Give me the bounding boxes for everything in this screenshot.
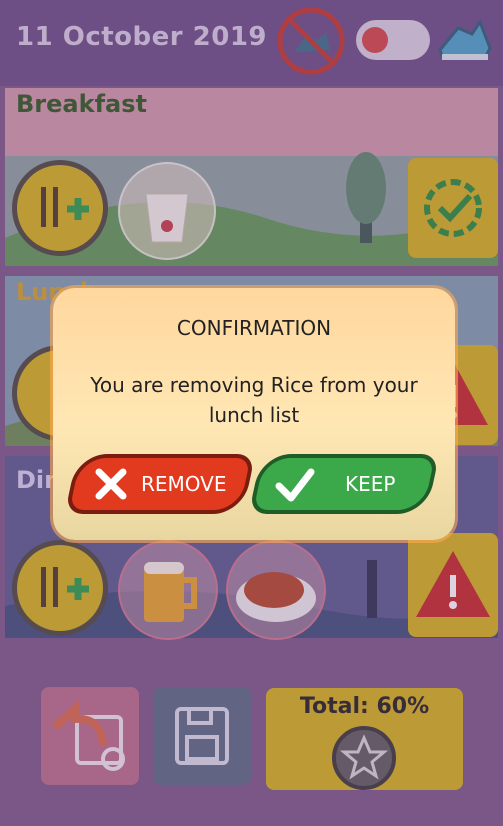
- checkmark-icon: [275, 468, 315, 502]
- remove-button[interactable]: REMOVE: [69, 458, 251, 510]
- keep-label: KEEP: [345, 472, 396, 496]
- dialog-title: CONFIRMATION: [176, 316, 332, 340]
- dialog-message: You are removing Rice from your lunch li…: [90, 373, 418, 427]
- remove-label: REMOVE: [141, 472, 227, 496]
- confirmation-dialog: CONFIRMATION You are removing Rice from …: [53, 288, 455, 540]
- close-icon: [95, 468, 127, 500]
- keep-button[interactable]: KEEP: [253, 458, 435, 510]
